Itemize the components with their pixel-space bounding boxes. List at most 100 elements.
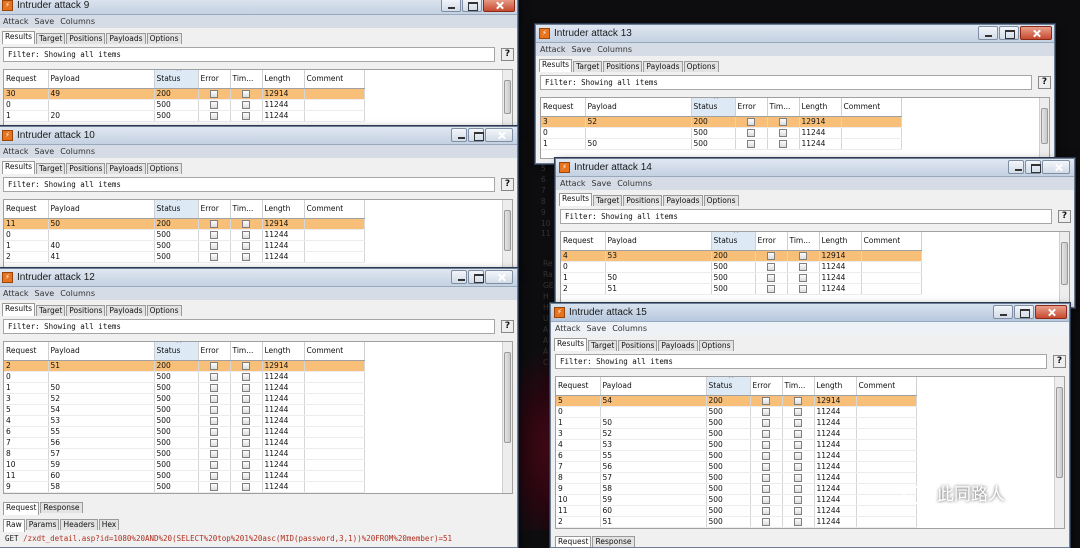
intruder-window-15[interactable]: ⚡ Intruder attack 15 Attack Save Columns… <box>550 303 1070 548</box>
close-icon[interactable] <box>485 270 513 284</box>
tab-payloads[interactable]: Payloads <box>106 163 146 174</box>
maximize-icon[interactable] <box>999 26 1019 40</box>
col-request-header[interactable]: Request <box>561 232 606 251</box>
minimize-icon[interactable] <box>978 26 998 40</box>
error-checkbox[interactable] <box>750 439 783 451</box>
table-row[interactable]: 4 53 500 11244 <box>556 439 917 451</box>
menu-save[interactable]: Save <box>35 17 55 26</box>
error-checkbox[interactable] <box>750 505 783 517</box>
checkbox-icon[interactable] <box>747 117 755 126</box>
col-payload-header[interactable]: Payload <box>600 377 707 396</box>
checkbox-icon[interactable] <box>767 273 775 282</box>
error-checkbox[interactable] <box>750 450 783 462</box>
checkbox-icon[interactable] <box>242 111 250 120</box>
timeout-checkbox[interactable] <box>782 395 815 407</box>
close-icon[interactable] <box>1042 160 1070 174</box>
tab-positions[interactable]: Positions <box>603 61 643 72</box>
checkbox-icon[interactable] <box>794 473 802 482</box>
checkbox-icon[interactable] <box>762 396 770 405</box>
timeout-checkbox[interactable] <box>230 393 263 405</box>
checkbox-icon[interactable] <box>762 495 770 504</box>
timeout-checkbox[interactable] <box>230 99 263 111</box>
minimize-icon[interactable] <box>451 128 467 142</box>
checkbox-icon[interactable] <box>794 517 802 526</box>
vertical-scrollbar[interactable] <box>1054 377 1064 528</box>
checkbox-icon[interactable] <box>242 383 250 392</box>
checkbox-icon[interactable] <box>242 405 250 414</box>
col-request-header[interactable]: Request <box>4 200 49 219</box>
error-checkbox[interactable] <box>735 138 768 150</box>
tab-results[interactable]: Results <box>2 31 36 44</box>
checkbox-icon[interactable] <box>210 383 218 392</box>
error-checkbox[interactable] <box>750 483 783 495</box>
checkbox-icon[interactable] <box>762 473 770 482</box>
error-checkbox[interactable] <box>750 472 783 484</box>
error-checkbox[interactable] <box>198 240 231 252</box>
checkbox-icon[interactable] <box>242 361 250 370</box>
checkbox-icon[interactable] <box>210 482 218 491</box>
filter-bar[interactable]: Filter: Showing all items <box>3 177 495 192</box>
checkbox-icon[interactable] <box>210 460 218 469</box>
table-row[interactable]: 3 52 500 11244 <box>4 393 365 405</box>
checkbox-icon[interactable] <box>242 438 250 447</box>
timeout-checkbox[interactable] <box>782 417 815 429</box>
col-comment-header[interactable]: Comment <box>304 200 365 219</box>
table-row[interactable]: 1 20 500 11244 <box>4 110 365 122</box>
tab-results[interactable]: Results <box>539 59 573 72</box>
checkbox-icon[interactable] <box>747 139 755 148</box>
tab-target[interactable]: Target <box>36 163 66 174</box>
col-status-header[interactable]: Status <box>154 200 199 219</box>
col-error-header[interactable]: Error <box>198 342 231 361</box>
checkbox-icon[interactable] <box>242 416 250 425</box>
error-checkbox[interactable] <box>755 272 788 284</box>
menu-attack[interactable]: Attack <box>540 45 566 54</box>
error-checkbox[interactable] <box>735 127 768 139</box>
col-comment-header[interactable]: Comment <box>841 98 902 117</box>
table-row[interactable]: 2 51 200 12914 <box>4 360 365 372</box>
table-row[interactable]: 0 500 11244 <box>4 229 365 241</box>
col-length-header[interactable]: Length <box>819 232 862 251</box>
checkbox-icon[interactable] <box>242 230 250 239</box>
col-comment-header[interactable]: Comment <box>856 377 917 396</box>
checkbox-icon[interactable] <box>210 394 218 403</box>
menu-attack[interactable]: Attack <box>3 17 29 26</box>
error-checkbox[interactable] <box>198 371 231 383</box>
vertical-scrollbar[interactable] <box>502 342 512 493</box>
tab-payloads[interactable]: Payloads <box>663 195 703 206</box>
error-checkbox[interactable] <box>198 481 231 493</box>
checkbox-icon[interactable] <box>210 449 218 458</box>
timeout-checkbox[interactable] <box>230 404 263 416</box>
checkbox-icon[interactable] <box>762 451 770 460</box>
tab-request[interactable]: Request <box>3 502 40 515</box>
error-checkbox[interactable] <box>755 283 788 295</box>
checkbox-icon[interactable] <box>762 429 770 438</box>
tab-options[interactable]: Options <box>703 195 739 206</box>
col-comment-header[interactable]: Comment <box>304 70 365 89</box>
filter-bar[interactable]: Filter: Showing all items <box>3 319 495 334</box>
tab-results[interactable]: Results <box>554 338 588 351</box>
checkbox-icon[interactable] <box>762 506 770 515</box>
menu-save[interactable]: Save <box>35 289 55 298</box>
checkbox-icon[interactable] <box>799 284 807 293</box>
close-icon[interactable] <box>1035 305 1067 319</box>
table-row[interactable]: 4 53 200 12914 <box>561 250 922 262</box>
tab-response[interactable]: Response <box>40 502 83 513</box>
col-status-header[interactable]: Status <box>154 342 199 361</box>
timeout-checkbox[interactable] <box>230 426 263 438</box>
error-checkbox[interactable] <box>198 110 231 122</box>
col-length-header[interactable]: Length <box>814 377 857 396</box>
checkbox-icon[interactable] <box>210 219 218 228</box>
checkbox-icon[interactable] <box>767 251 775 260</box>
timeout-checkbox[interactable] <box>230 229 263 241</box>
tab-raw[interactable]: Raw <box>3 519 25 532</box>
menu-save[interactable]: Save <box>592 179 612 188</box>
checkbox-icon[interactable] <box>242 471 250 480</box>
timeout-checkbox[interactable] <box>782 428 815 440</box>
timeout-checkbox[interactable] <box>230 360 263 372</box>
col-payload-header[interactable]: Payload <box>48 200 155 219</box>
col-status-header[interactable]: Status <box>706 377 751 396</box>
error-checkbox[interactable] <box>750 461 783 473</box>
table-row[interactable]: 0 500 11244 <box>4 371 365 383</box>
timeout-checkbox[interactable] <box>230 437 263 449</box>
timeout-checkbox[interactable] <box>782 461 815 473</box>
